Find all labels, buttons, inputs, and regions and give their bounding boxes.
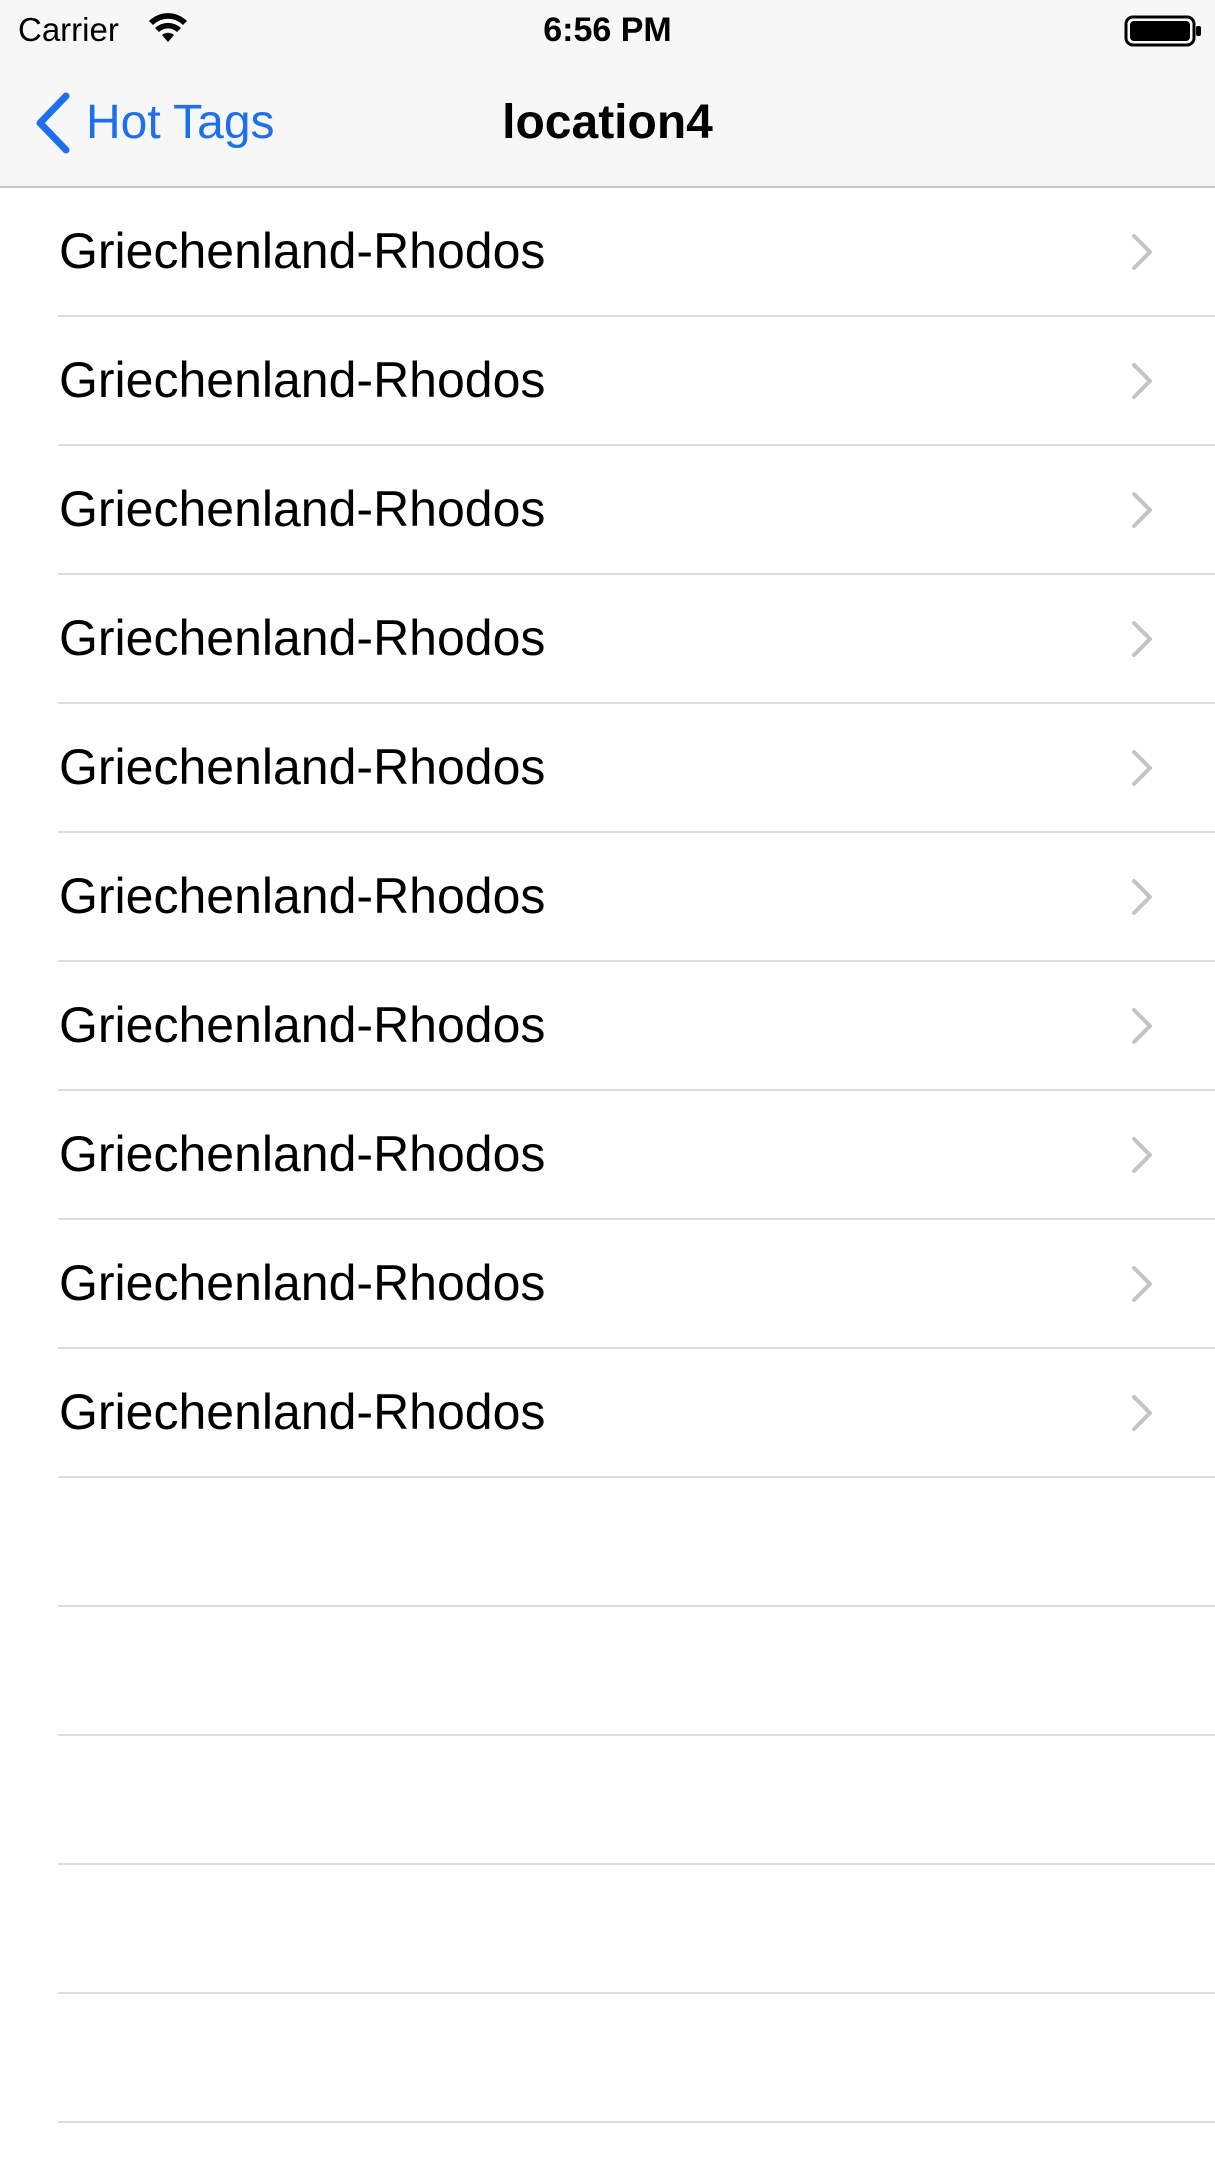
navigation-bar: Hot Tags location4 xyxy=(0,60,1215,188)
chevron-right-icon xyxy=(1132,1266,1152,1302)
empty-row xyxy=(0,1865,1215,1994)
chevron-right-icon xyxy=(1132,492,1152,528)
chevron-right-icon xyxy=(1132,879,1152,915)
tag-list: Griechenland-Rhodos Griechenland-Rhodos … xyxy=(0,188,1215,2123)
empty-row xyxy=(0,1607,1215,1736)
list-item[interactable]: Griechenland-Rhodos xyxy=(0,317,1215,446)
list-item[interactable]: Griechenland-Rhodos xyxy=(0,833,1215,962)
list-item-label: Griechenland-Rhodos xyxy=(59,610,546,666)
list-item[interactable]: Griechenland-Rhodos xyxy=(0,704,1215,833)
page-title: location4 xyxy=(502,96,713,149)
list-item[interactable]: Griechenland-Rhodos xyxy=(0,1220,1215,1349)
empty-row xyxy=(0,1478,1215,1607)
list-item-label: Griechenland-Rhodos xyxy=(59,1255,546,1311)
list-item-label: Griechenland-Rhodos xyxy=(59,481,546,537)
list-item[interactable]: Griechenland-Rhodos xyxy=(0,1349,1215,1478)
list-item-label: Griechenland-Rhodos xyxy=(59,223,546,279)
chevron-right-icon xyxy=(1132,621,1152,657)
list-item[interactable]: Griechenland-Rhodos xyxy=(0,575,1215,704)
empty-row xyxy=(0,1994,1215,2123)
row-separator xyxy=(58,2121,1215,2123)
chevron-right-icon xyxy=(1132,1008,1152,1044)
chevron-right-icon xyxy=(1132,750,1152,786)
list-item-label: Griechenland-Rhodos xyxy=(59,739,546,795)
chevron-right-icon xyxy=(1132,1137,1152,1173)
list-item[interactable]: Griechenland-Rhodos xyxy=(0,962,1215,1091)
list-item-label: Griechenland-Rhodos xyxy=(59,1126,546,1182)
empty-row xyxy=(0,1736,1215,1865)
list-item[interactable]: Griechenland-Rhodos xyxy=(0,446,1215,575)
status-bar: Carrier 6:56 PM xyxy=(0,0,1215,60)
list-item-label: Griechenland-Rhodos xyxy=(59,868,546,924)
list-item[interactable]: Griechenland-Rhodos xyxy=(0,188,1215,317)
list-item-label: Griechenland-Rhodos xyxy=(59,352,546,408)
battery-icon xyxy=(1124,15,1201,47)
list-item-label: Griechenland-Rhodos xyxy=(59,997,546,1053)
list-item-label: Griechenland-Rhodos xyxy=(59,1384,546,1440)
chevron-right-icon xyxy=(1132,234,1152,270)
list-item[interactable]: Griechenland-Rhodos xyxy=(0,1091,1215,1220)
chevron-right-icon xyxy=(1132,1395,1152,1431)
chevron-right-icon xyxy=(1132,363,1152,399)
status-time: 6:56 PM xyxy=(543,11,672,49)
